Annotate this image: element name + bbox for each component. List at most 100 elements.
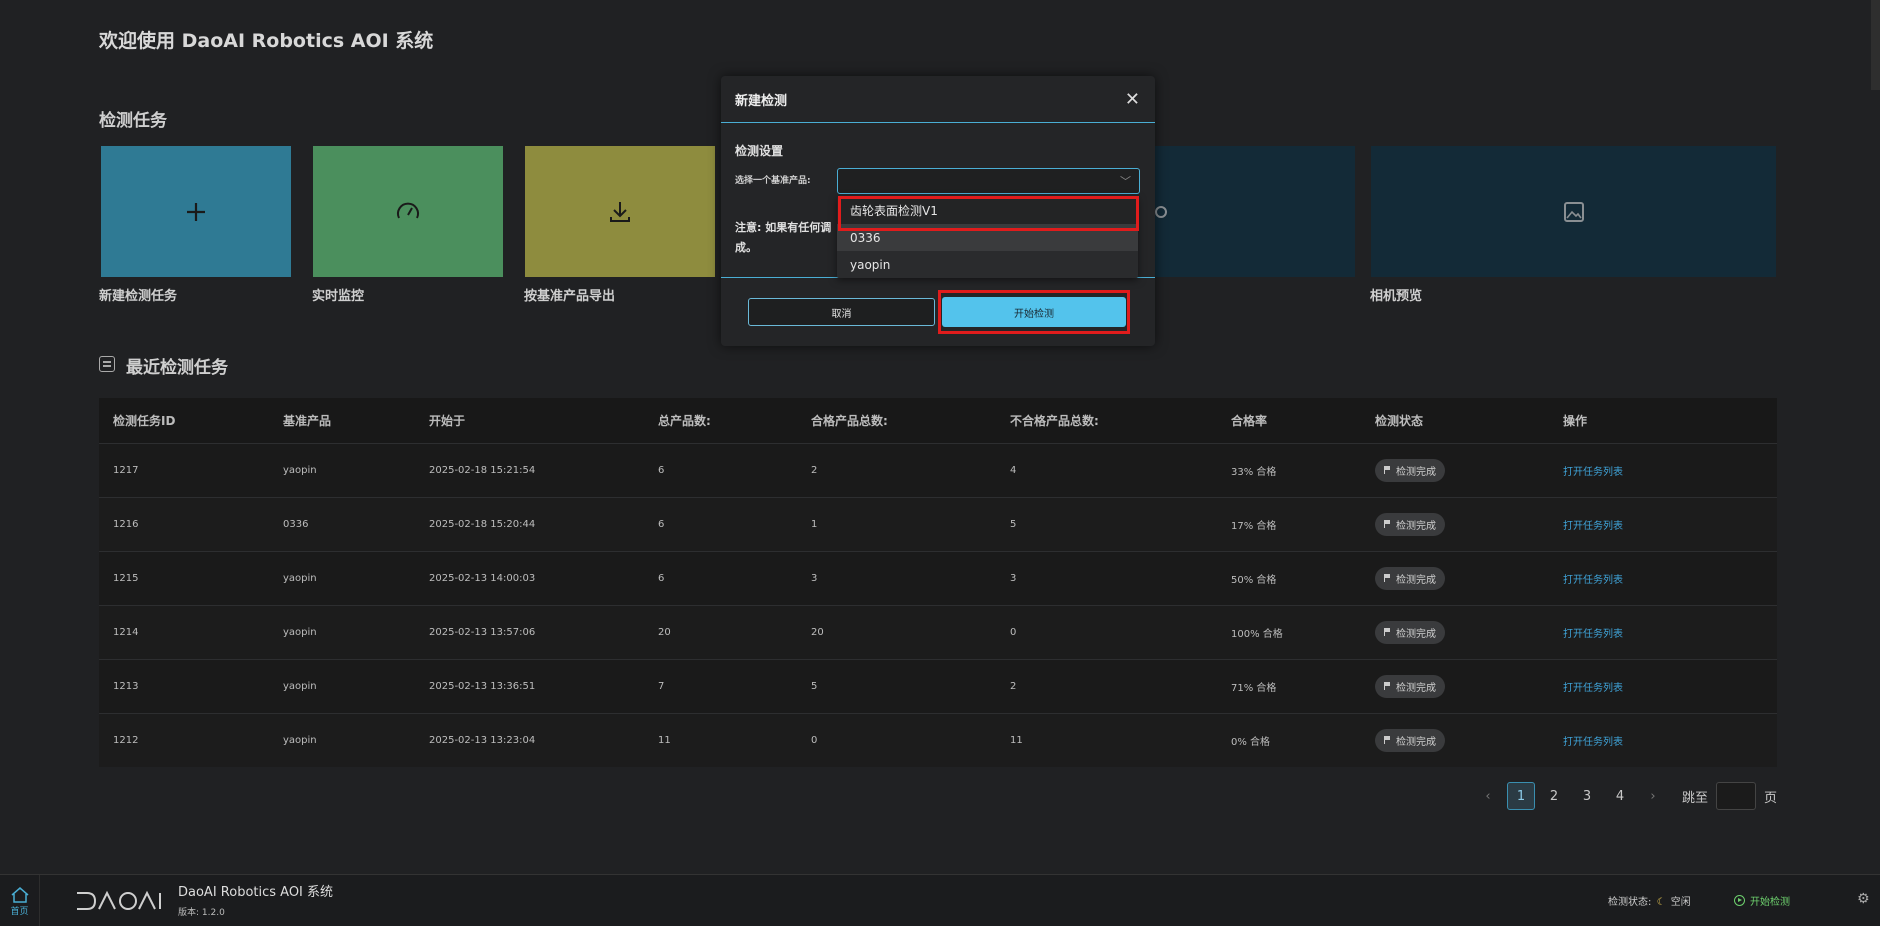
prev-page-button[interactable]: ‹	[1474, 782, 1502, 810]
cell-product: yaopin	[269, 658, 415, 713]
cancel-button[interactable]: 取消	[748, 298, 935, 326]
footer-start-button[interactable]: 开始检测	[1734, 893, 1790, 908]
status-badge: 检测完成	[1375, 458, 1445, 482]
cell-fail: 5	[996, 496, 1217, 551]
cell-action: 打开任务列表	[1549, 442, 1777, 497]
col-action: 操作	[1549, 398, 1777, 443]
open-task-list-link[interactable]: 打开任务列表	[1563, 683, 1623, 694]
cell-total: 6	[644, 442, 797, 497]
footer-version: 版本: 1.2.0	[178, 908, 225, 918]
close-icon[interactable]: ✕	[1125, 89, 1140, 110]
new-task-card[interactable]	[101, 146, 291, 277]
product-select[interactable]: ﹀	[837, 168, 1140, 194]
cell-pass: 3	[797, 550, 996, 605]
settings-icon[interactable]: ⚙	[1857, 891, 1870, 907]
cell-id: 1217	[99, 442, 269, 497]
cell-pass: 5	[797, 658, 996, 713]
col-task-id: 检测任务ID	[99, 398, 269, 443]
page-3-button[interactable]: 3	[1573, 782, 1601, 810]
cell-action: 打开任务列表	[1549, 712, 1777, 767]
speedometer-icon	[397, 202, 419, 218]
dialog-note-line2: 成。	[735, 241, 757, 254]
flag-icon	[1384, 736, 1391, 745]
status-text: 检测完成	[1396, 628, 1436, 640]
home-button[interactable]: 首页	[0, 875, 40, 926]
product-select-label: 选择一个基准产品:	[735, 176, 811, 186]
open-task-list-link[interactable]: 打开任务列表	[1563, 521, 1623, 532]
home-icon	[11, 886, 28, 903]
footer-app-name: DaoAI Robotics AOI 系统	[178, 885, 334, 900]
cell-action: 打开任务列表	[1549, 496, 1777, 551]
table-row: 1217 yaopin 2025-02-18 15:21:54 6 2 4 33% 合格 检测…	[99, 442, 1777, 497]
status-label: 检测状态:	[1608, 897, 1652, 908]
cell-action: 打开任务列表	[1549, 604, 1777, 659]
status-badge: 检测完成	[1375, 620, 1445, 644]
list-icon	[99, 356, 115, 372]
flag-icon	[1384, 466, 1391, 474]
footer-bar: 首页 DaoAI Robotics AOI 系统 版本: 1.2.0 检测状态:…	[0, 874, 1880, 926]
dialog-title: 新建检测	[721, 76, 1155, 123]
cell-id: 1212	[99, 712, 269, 767]
monitor-card[interactable]	[313, 146, 503, 277]
open-task-list-link[interactable]: 打开任务列表	[1563, 629, 1623, 640]
scrollbar[interactable]	[1871, 0, 1880, 90]
table-row: 1212 yaopin 2025-02-13 13:23:04 11 0 11 0% 合格检…	[99, 712, 1777, 767]
play-icon	[1734, 895, 1745, 906]
cell-status: 检测完成	[1361, 604, 1549, 659]
tasks-section-title: 检测任务	[99, 111, 167, 131]
pagination: ‹ 1 2 3 4 › 跳至 页	[1474, 782, 1777, 810]
cell-pass: 0	[797, 712, 996, 767]
col-rate: 合格率	[1217, 398, 1361, 443]
settings-card[interactable]	[1140, 146, 1355, 277]
cell-id: 1216	[99, 496, 269, 551]
open-task-list-link[interactable]: 打开任务列表	[1563, 737, 1623, 748]
page-4-button[interactable]: 4	[1606, 782, 1634, 810]
moon-icon: ☾	[1656, 897, 1666, 908]
export-card[interactable]	[525, 146, 715, 277]
open-task-list-link[interactable]: 打开任务列表	[1563, 575, 1623, 586]
col-start: 开始于	[415, 398, 644, 443]
cell-fail: 11	[996, 712, 1217, 767]
cell-fail: 0	[996, 604, 1217, 659]
cell-rate: 71% 合格	[1217, 658, 1361, 713]
recent-tasks-title: 最近检测任务	[126, 358, 228, 378]
dropdown-option[interactable]: yaopin	[837, 251, 1138, 278]
cell-product: yaopin	[269, 550, 415, 605]
cell-pass: 1	[797, 496, 996, 551]
status-badge: 检测完成	[1375, 566, 1445, 590]
start-button-highlight	[938, 290, 1130, 334]
status-value: 空闲	[1670, 897, 1691, 908]
chevron-down-icon: ﹀	[1120, 175, 1131, 188]
camera-preview-card[interactable]	[1371, 146, 1776, 277]
table-row: 1214 yaopin 2025-02-13 13:57:06 20 20 0 100% 合…	[99, 604, 1777, 659]
col-total: 总产品数:	[644, 398, 797, 443]
jump-page-input[interactable]	[1716, 782, 1757, 810]
cell-fail: 4	[996, 442, 1217, 497]
home-label: 首页	[10, 906, 29, 917]
export-label: 按基准产品导出	[524, 289, 616, 304]
cell-pass: 2	[797, 442, 996, 497]
cell-total: 6	[644, 496, 797, 551]
image-icon	[1563, 201, 1584, 222]
cell-rate: 33% 合格	[1217, 442, 1361, 497]
page-2-button[interactable]: 2	[1540, 782, 1568, 810]
next-page-button[interactable]: ›	[1639, 782, 1667, 810]
status-badge: 检测完成	[1375, 728, 1445, 752]
open-task-list-link[interactable]: 打开任务列表	[1563, 467, 1623, 478]
cell-id: 1214	[99, 604, 269, 659]
cell-fail: 2	[996, 658, 1217, 713]
camera-preview-label: 相机预览	[1370, 289, 1423, 304]
recent-tasks-table: 检测任务ID 基准产品 开始于 总产品数: 合格产品总数: 不合格产品总数: 合…	[99, 398, 1777, 767]
cell-rate: 100% 合格	[1217, 604, 1361, 659]
page-suffix: 页	[1764, 790, 1778, 806]
page-1-button[interactable]: 1	[1507, 782, 1535, 810]
footer-start-label: 开始检测	[1750, 897, 1790, 908]
table-row: 1213 yaopin 2025-02-13 13:36:51 7 5 2 71% 合格 检测…	[99, 658, 1777, 713]
table-row: 1216 0336 2025-02-18 15:20:44 6 1 5 17% 合格 检测完成…	[99, 496, 1777, 551]
cell-start: 2025-02-18 15:20:44	[415, 496, 644, 551]
cell-product: yaopin	[269, 712, 415, 767]
status-text: 检测完成	[1396, 466, 1436, 478]
cell-product: 0336	[269, 496, 415, 551]
welcome-title: 欢迎使用 DaoAI Robotics AOI 系统	[99, 30, 434, 52]
status-text: 检测完成	[1396, 574, 1436, 586]
